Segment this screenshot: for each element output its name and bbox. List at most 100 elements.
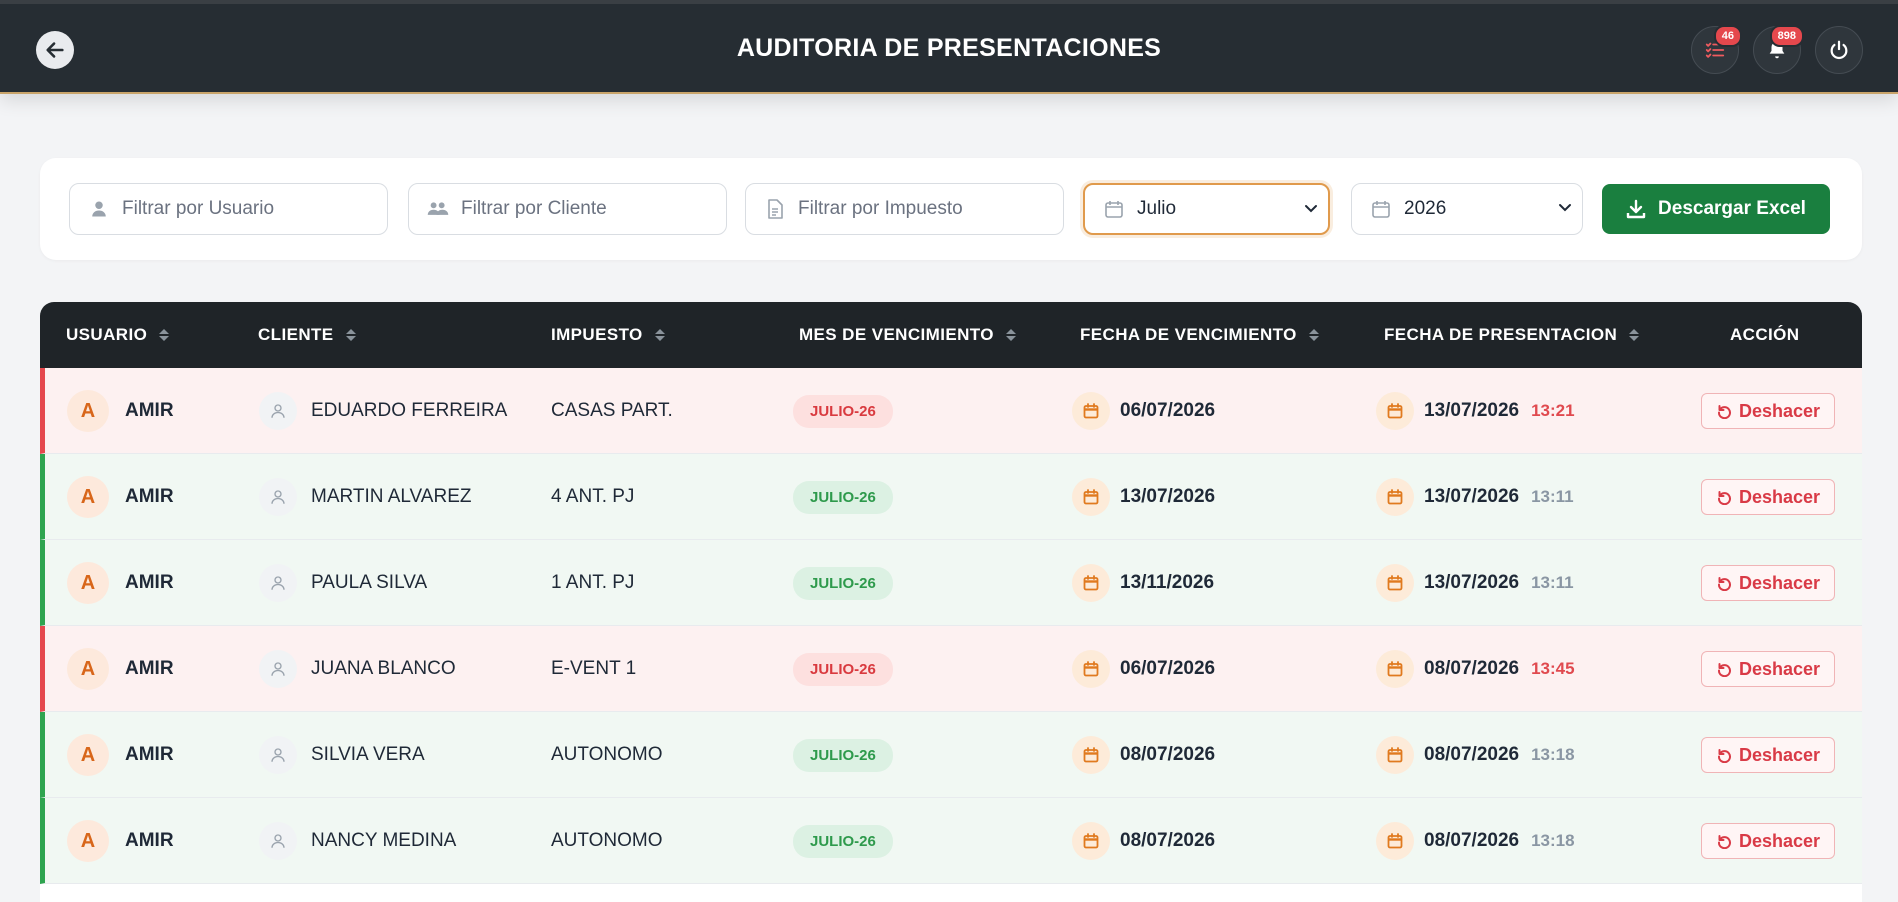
calendar-icon [1376, 650, 1414, 688]
due-date: 13/11/2026 [1120, 572, 1215, 593]
sort-icon [1005, 329, 1016, 341]
avatar: A [67, 734, 109, 776]
power-icon [1830, 40, 1848, 60]
status-badge: JULIO-26 [793, 394, 893, 428]
user-cell: A AMIR [67, 798, 174, 884]
user-cell: A AMIR [67, 368, 174, 454]
person-icon [259, 822, 297, 860]
table-row: A AMIR EDUARDO FERREIRA CASAS PART. JULIO-26… [40, 368, 1862, 454]
logout-button[interactable] [1815, 26, 1863, 74]
presented-date-cell: 13/07/2026 13:21 [1376, 368, 1575, 454]
calendar-icon [1376, 478, 1414, 516]
sort-icon [654, 329, 665, 341]
action-cell: Deshacer [1701, 712, 1835, 798]
tax-name: AUTONOMO [551, 830, 663, 851]
month-cell: JULIO-26 [793, 368, 893, 454]
undo-button[interactable]: Deshacer [1701, 823, 1835, 859]
person-icon [259, 478, 297, 516]
column-header-impuesto[interactable]: IMPUESTO [551, 325, 665, 345]
status-badge: JULIO-26 [793, 652, 893, 686]
client-cell: MARTIN ALVAREZ [259, 454, 471, 540]
status-badge: JULIO-26 [793, 738, 893, 772]
due-date-cell: 06/07/2026 [1072, 368, 1215, 454]
tax-name: AUTONOMO [551, 744, 663, 765]
column-header-usuario[interactable]: USUARIO [66, 325, 170, 345]
user-name: AMIR [125, 658, 174, 679]
tax-filter-input[interactable]: Filtrar por Impuesto [745, 183, 1064, 235]
presented-time: 13:21 [1531, 401, 1575, 420]
download-excel-button[interactable]: Descargar Excel [1602, 184, 1830, 234]
presented-time: 13:11 [1531, 487, 1574, 506]
tax-cell: 4 ANT. PJ [551, 454, 634, 540]
avatar: A [67, 820, 109, 862]
sort-icon [345, 329, 356, 341]
person-icon [259, 392, 297, 430]
user-name: AMIR [125, 486, 174, 507]
due-date: 13/07/2026 [1120, 486, 1216, 507]
presented-date-cell: 08/07/2026 13:45 [1376, 626, 1575, 712]
table-row: A AMIR PAULA SILVA 1 ANT. PJ JULIO-26 13/11/2… [40, 540, 1862, 626]
presented-date: 08/07/2026 [1424, 830, 1520, 851]
due-date: 08/07/2026 [1120, 830, 1216, 851]
undo-button[interactable]: Deshacer [1701, 393, 1835, 429]
undo-button[interactable]: Deshacer [1701, 565, 1835, 601]
client-name: EDUARDO FERREIRA [311, 400, 508, 421]
client-cell: SILVIA VERA [259, 712, 425, 798]
avatar: A [67, 476, 109, 518]
calendar-icon [1376, 564, 1414, 602]
table-row: A AMIR MARTIN ALVAREZ 4 ANT. PJ JULIO-26 13/0… [40, 454, 1862, 540]
user-cell: A AMIR [67, 712, 174, 798]
due-date-cell: 06/07/2026 [1072, 626, 1215, 712]
presented-date: 08/07/2026 [1424, 744, 1520, 765]
year-select[interactable]: 2026 [1351, 183, 1583, 235]
undo-button[interactable]: Deshacer [1701, 651, 1835, 687]
tax-cell: E-VENT 1 [551, 626, 636, 712]
undo-button[interactable]: Deshacer [1701, 737, 1835, 773]
action-cell: Deshacer [1701, 626, 1835, 712]
sort-icon [1629, 329, 1640, 341]
tax-name: CASAS PART. [551, 400, 673, 421]
client-name: MARTIN ALVAREZ [311, 486, 472, 507]
avatar: A [67, 648, 109, 690]
document-icon [764, 199, 786, 219]
calendar-icon [1072, 392, 1110, 430]
notifications-button[interactable]: 898 [1753, 25, 1804, 74]
sort-icon [159, 329, 170, 341]
user-filter-input[interactable]: Filtrar por Usuario [69, 183, 388, 235]
column-header-fecha-presentacion[interactable]: FECHA DE PRESENTACION [1384, 325, 1640, 345]
column-header-mes-vencimiento[interactable]: MES DE VENCIMIENTO [799, 325, 1016, 345]
user-name: AMIR [125, 572, 174, 593]
presented-date-cell: 13/07/2026 13:11 [1376, 454, 1574, 540]
table-row: A AMIR NANCY MEDINA AUTONOMO JULIO-26 08/07/2… [40, 798, 1862, 884]
user-name: AMIR [125, 744, 174, 765]
download-icon [1626, 199, 1646, 219]
month-cell: JULIO-26 [793, 454, 893, 540]
table-header: USUARIO CLIENTE IMPUESTO MES DE VENCIMIE… [40, 302, 1862, 368]
user-icon [88, 200, 110, 218]
undo-icon [1716, 575, 1739, 591]
tasks-button[interactable]: 46 [1691, 25, 1742, 74]
undo-button[interactable]: Deshacer [1701, 479, 1835, 515]
column-header-fecha-vencimiento[interactable]: FECHA DE VENCIMIENTO [1080, 325, 1319, 345]
month-select[interactable]: Julio [1083, 183, 1330, 235]
due-date-cell: 13/11/2026 [1072, 540, 1214, 626]
top-bar: AUDITORIA DE PRESENTACIONES 46 898 [0, 0, 1898, 94]
notifications-badge: 898 [1769, 25, 1804, 47]
user-cell: A AMIR [67, 540, 174, 626]
client-filter-input[interactable]: Filtrar por Cliente [408, 183, 727, 235]
tax-cell: AUTONOMO [551, 798, 663, 884]
tax-cell: 1 ANT. PJ [551, 540, 634, 626]
column-header-cliente[interactable]: CLIENTE [258, 325, 356, 345]
due-date: 08/07/2026 [1120, 744, 1216, 765]
undo-icon [1716, 661, 1739, 677]
presented-date: 13/07/2026 [1424, 400, 1520, 421]
month-cell: JULIO-26 [793, 798, 893, 884]
calendar-icon [1072, 736, 1110, 774]
user-name: AMIR [125, 400, 174, 421]
tasks-badge: 46 [1713, 25, 1742, 47]
client-cell: EDUARDO FERREIRA [259, 368, 507, 454]
month-cell: JULIO-26 [793, 712, 893, 798]
presented-date-cell: 13/07/2026 13:11 [1376, 540, 1574, 626]
presented-date-cell: 08/07/2026 13:18 [1376, 798, 1575, 884]
action-cell: Deshacer [1701, 368, 1835, 454]
